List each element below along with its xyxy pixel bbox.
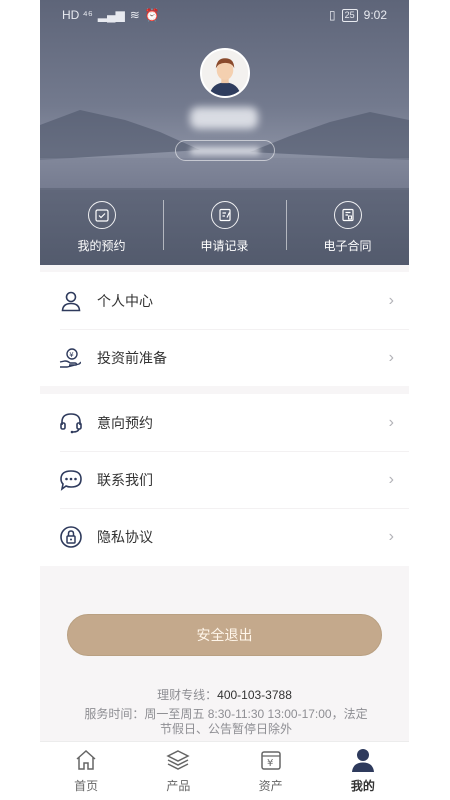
wifi-icon: ≋ (129, 8, 140, 22)
chevron-right-icon: › (388, 527, 394, 545)
layers-icon (165, 747, 191, 773)
menu-item-contact-us[interactable]: 联系我们 › (40, 451, 409, 508)
menu-item-label: 投资前准备 (97, 349, 167, 366)
avatar[interactable] (200, 48, 250, 98)
user-name-redacted (190, 107, 258, 129)
app-screen: HD ⁴⁶ ▂▄▆ ≋ ⏰ ▯ 25 9:02 我的预约 申请记录 电子合同 个… (40, 0, 409, 800)
calendar-check-icon (87, 201, 116, 229)
yuan-icon: ¥ (258, 747, 284, 773)
menu-group-service: 意向预约 › 联系我们 › 隐私协议 › (40, 394, 409, 566)
chevron-right-icon: › (388, 470, 394, 488)
document-edit-icon (210, 201, 239, 229)
profile-icon (350, 747, 376, 773)
menu-item-investment-prep[interactable]: ¥ 投资前准备 › (40, 329, 409, 386)
battery-icon: 25 (341, 8, 358, 22)
alarm-icon: ⏰ (144, 8, 160, 22)
profile-header: HD ⁴⁶ ▂▄▆ ≋ ⏰ ▯ 25 9:02 我的预约 申请记录 电子合同 (40, 0, 409, 265)
signal-label: HD ⁴⁶ (62, 8, 93, 22)
service-hours: 服务时间：周一至周五 8:30-11:30 13:00-17:00，法定节假日、… (84, 707, 368, 736)
hotline-number[interactable]: 400-103-3788 (217, 688, 292, 702)
quick-actions: 我的预约 申请记录 电子合同 (40, 188, 409, 265)
chevron-right-icon: › (388, 291, 394, 309)
vibrate-icon: ▯ (329, 8, 336, 22)
quick-application-records-label: 申请记录 (200, 239, 249, 253)
svg-text:¥: ¥ (267, 758, 273, 769)
status-bar: HD ⁴⁶ ▂▄▆ ≋ ⏰ ▯ 25 9:02 (40, 0, 409, 30)
tab-products[interactable]: 产品 (132, 742, 224, 800)
menu-item-intent-appointment[interactable]: 意向预约 › (40, 394, 409, 451)
tab-assets[interactable]: ¥ 资产 (225, 742, 317, 800)
hotline-info: 理财专线：400-103-3788 (40, 686, 409, 703)
tab-label: 首页 (74, 779, 99, 793)
contract-icon (333, 201, 362, 229)
user-phone-pill (175, 140, 275, 161)
menu-item-label: 隐私协议 (97, 528, 153, 545)
avatar-person-icon (202, 50, 248, 96)
quick-application-records[interactable]: 申请记录 (163, 188, 286, 265)
chat-icon (59, 468, 83, 492)
bottom-tab-bar: 首页 产品 ¥ 资产 我的 (40, 741, 409, 800)
home-icon (73, 747, 99, 773)
quick-e-contract-label: 电子合同 (323, 239, 372, 253)
user-phone-redacted (190, 147, 260, 155)
quick-e-contract[interactable]: 电子合同 (286, 188, 409, 265)
tab-label: 我的 (350, 779, 375, 793)
tab-label: 产品 (166, 779, 191, 793)
lock-icon (59, 525, 83, 549)
menu-item-personal-center[interactable]: 个人中心 › (40, 272, 409, 329)
chevron-right-icon: › (388, 348, 394, 366)
hand-money-icon: ¥ (59, 346, 83, 370)
menu-item-label: 意向预约 (97, 414, 153, 431)
signal-icon: ▂▄▆ (97, 8, 125, 22)
person-icon (59, 289, 83, 313)
tab-mine[interactable]: 我的 (317, 742, 409, 800)
quick-my-appointments-label: 我的预约 (77, 239, 126, 253)
chevron-right-icon: › (388, 413, 394, 431)
clock: 9:02 (363, 8, 387, 22)
tab-label: 资产 (258, 779, 283, 793)
logout-button[interactable]: 安全退出 (67, 614, 382, 656)
menu-group-account: 个人中心 › ¥ 投资前准备 › (40, 272, 409, 386)
menu-item-label: 个人中心 (97, 292, 153, 309)
headset-icon (59, 411, 83, 435)
menu-item-privacy-policy[interactable]: 隐私协议 › (40, 508, 409, 565)
quick-my-appointments[interactable]: 我的预约 (40, 188, 163, 265)
menu-item-label: 联系我们 (97, 471, 153, 488)
tab-home[interactable]: 首页 (40, 742, 132, 800)
hotline-label: 理财专线： (157, 688, 218, 702)
svg-text:¥: ¥ (69, 351, 74, 359)
